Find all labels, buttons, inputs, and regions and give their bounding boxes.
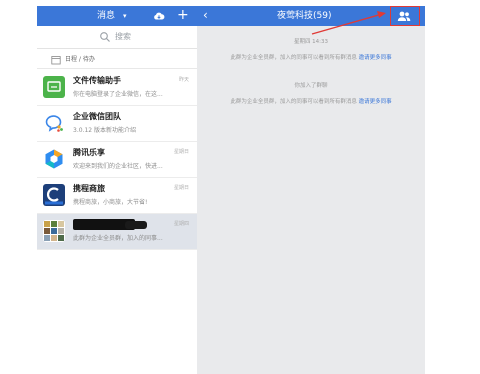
wechat-work-window: 消息 ▾ + ‹ 夜莺科技(59) 搜索 日程 / 待办 文件传输助手 昨天 你… [37, 6, 425, 374]
conversation-time: 星期日 [173, 149, 189, 155]
redacted-group-name-tail [125, 221, 147, 229]
system-notice-text: 此群为企业全员群，加入的同事可以看到所有群消息 [230, 99, 357, 105]
conversation-name: 携程商旅 [73, 184, 105, 193]
conversation-item-wework-team[interactable]: 企业微信团队 3.0.12 版本新功能介绍 [37, 106, 197, 142]
conversation-preview: 你在电脑登录了企业微信，在这... [73, 91, 163, 98]
conversation-time: 昨天 [178, 77, 189, 83]
conversation-name: 企业微信团队 [73, 112, 121, 121]
monitor-icon [47, 81, 61, 92]
tencent-lexiang-avatar [43, 148, 65, 170]
annotation-highlight-box [390, 6, 420, 26]
search-icon [100, 32, 110, 42]
back-button[interactable]: ‹ [203, 7, 208, 23]
ctrip-business-avatar [43, 184, 65, 206]
conversation-item-ctrip-business[interactable]: 携程商旅 星期日 携程商旅，小商旅，大节省! [37, 178, 197, 214]
conversation-preview: 3.0.12 版本新功能介绍 [73, 127, 136, 134]
agenda-todo-row[interactable]: 日程 / 待办 [37, 52, 197, 69]
conversation-list-pane: 搜索 日程 / 待办 文件传输助手 昨天 你在电脑登录了企业微信，在这... 企… [37, 26, 197, 374]
joined-notice: 你加入了群聊 [294, 83, 328, 89]
invite-more-link[interactable]: 邀请更多同事 [359, 99, 392, 105]
agenda-label: 日程 / 待办 [65, 56, 95, 63]
messages-title[interactable]: 消息 [97, 10, 115, 22]
conversation-name: 腾讯乐享 [73, 148, 105, 157]
group-avatar-grid-icon [44, 221, 64, 241]
conversation-preview: 此群为企业全员群，加入的同事... [73, 235, 163, 242]
file-transfer-avatar [43, 76, 65, 98]
wework-team-avatar [43, 112, 65, 134]
lexiang-logo-icon [45, 149, 63, 169]
ctrip-logo-icon [45, 187, 63, 205]
system-notice-2: 此群为企业全员群，加入的同事可以看到所有群消息 邀请更多同事 [197, 98, 425, 106]
system-notice-text: 此群为企业全员群，加入的同事可以看到所有群消息 [230, 55, 357, 61]
conversation-name: 文件传输助手 [73, 76, 121, 85]
conversation-preview: 携程商旅，小商旅，大节省! [73, 199, 148, 206]
system-notice-1: 此群为企业全员群，加入的同事可以看到所有群消息 邀请更多同事 [197, 54, 425, 62]
status-dropdown-icon[interactable]: ▾ [123, 10, 127, 22]
invite-more-link[interactable]: 邀请更多同事 [359, 55, 392, 61]
conversation-item-tencent-lexiang[interactable]: 腾讯乐享 星期日 欢迎来到我们的企业社区，快进... [37, 142, 197, 178]
conversation-preview: 欢迎来到我们的企业社区，快进... [73, 163, 163, 170]
search-bar[interactable]: 搜索 [37, 26, 197, 49]
conversation-item-file-transfer[interactable]: 文件传输助手 昨天 你在电脑登录了企业微信，在这... [37, 70, 197, 106]
group-avatar [43, 220, 65, 242]
chat-pane: 星期四 14:33 此群为企业全员群，加入的同事可以看到所有群消息 邀请更多同事… [197, 26, 425, 374]
chat-title: 夜莺科技(59) [277, 11, 332, 21]
conversation-time: 星期日 [173, 185, 189, 191]
conversation-item-selected-group[interactable]: 星期四 此群为企业全员群，加入的同事... [37, 214, 197, 250]
wework-logo-icon [45, 115, 63, 132]
cloud-disk-icon[interactable] [153, 10, 165, 22]
add-button[interactable]: + [177, 7, 189, 23]
conversation-time: 星期四 [173, 221, 189, 227]
calendar-icon [51, 56, 61, 65]
top-bar: 消息 ▾ + ‹ 夜莺科技(59) [37, 6, 425, 26]
chat-date-stamp: 星期四 14:33 [293, 39, 329, 45]
search-placeholder: 搜索 [115, 32, 131, 41]
